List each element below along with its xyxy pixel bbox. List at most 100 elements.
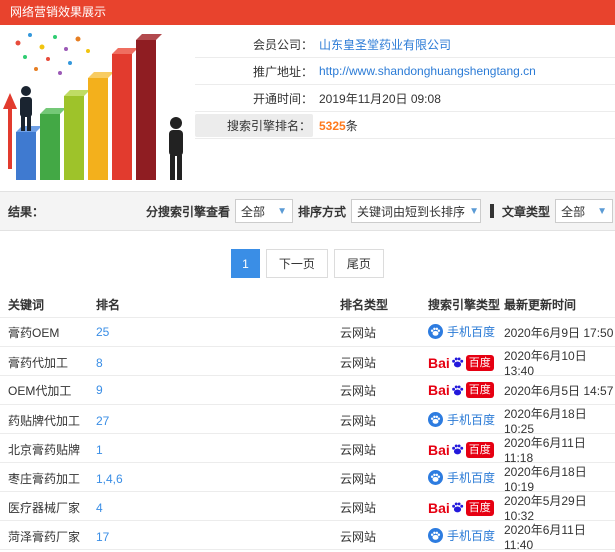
header-rank-type: 排名类型	[340, 298, 389, 312]
rank-link[interactable]: 17	[96, 530, 340, 544]
updated-cell: 2020年6月18日 10:25	[504, 407, 587, 436]
page-title: 网络营销效果展示	[0, 0, 615, 25]
updated-cell: 2020年6月11日 11:18	[504, 436, 586, 465]
rank-link[interactable]: 1	[96, 443, 340, 457]
baidu-du-text: 百度	[465, 499, 494, 516]
table-body: 膏药OEM 25 云网站 Bai 百度 手机百度 2020年6月9日 17:50…	[0, 318, 615, 552]
baidu-paw-icon	[451, 384, 463, 395]
keyword-cell: OEM代加工	[8, 383, 72, 398]
header-keyword: 关键词	[8, 298, 45, 312]
rank-count-number: 5325	[319, 118, 346, 133]
article-type-select[interactable]: 全部 ▼	[555, 199, 614, 223]
engine-cell: Bai 百度 手机百度	[428, 499, 504, 516]
info-row-url: 推广地址： http://www.shandonghuangshengtang.…	[195, 58, 615, 85]
rank-count-value: 5325条	[319, 117, 358, 134]
updated-cell: 2020年6月10日 13:40	[504, 349, 587, 378]
sort-select-value: 关键词由短到长排序	[357, 204, 466, 219]
engine-filter-select[interactable]: 全部 ▼	[235, 199, 294, 223]
chevron-down-icon: ▼	[597, 205, 608, 217]
rank-type-cell: 云网站	[340, 443, 377, 457]
rank-type-cell: 云网站	[340, 414, 377, 428]
baidu-logo: Bai 百度	[428, 354, 494, 371]
updated-cell: 2020年5月29日 10:32	[504, 494, 587, 523]
engine-cell: Bai 百度 手机百度	[428, 354, 504, 371]
company-link[interactable]: 山东皇圣堂药业有限公司	[319, 36, 451, 53]
sort-select[interactable]: 关键词由短到长排序 ▼	[351, 199, 482, 223]
updated-cell: 2020年6月18日 10:19	[504, 465, 587, 494]
baidu-logo: Bai 百度	[428, 441, 494, 458]
engine-cell: Bai 百度 手机百度	[428, 382, 504, 398]
rank-link[interactable]: 27	[96, 414, 340, 428]
mobile-baidu-label: 手机百度	[447, 324, 496, 339]
rank-link[interactable]: 9	[96, 383, 340, 397]
rank-type-cell: 云网站	[340, 356, 377, 370]
rank-type-cell: 云网站	[340, 501, 377, 515]
baidu-bai-text: Bai	[428, 382, 450, 398]
top-section: 会员公司： 山东皇圣堂药业有限公司 推广地址： http://www.shand…	[0, 25, 615, 185]
promo-url-label: 推广地址：	[252, 64, 313, 79]
baidu-logo: Bai 百度	[428, 382, 494, 398]
sort-label: 排序方式	[298, 204, 347, 219]
results-table: 关键词 排名 排名类型 搜索引擎类型 最新更新时间 膏药OEM 25 云网站 B…	[0, 292, 615, 552]
keyword-cell: 北京膏药贴牌	[8, 443, 81, 457]
rank-link[interactable]: 25	[96, 325, 340, 339]
engine-filter-label: 分搜索引擎查看	[146, 204, 231, 219]
mobile-baidu-icon	[428, 470, 443, 485]
engine-cell: Bai 百度 手机百度	[428, 469, 504, 488]
table-row: 膏药OEM 25 云网站 Bai 百度 手机百度 2020年6月9日 17:50	[0, 318, 615, 347]
mobile-baidu-icon	[428, 412, 443, 427]
baidu-bai-text: Bai	[428, 499, 450, 516]
promo-url-link[interactable]: http://www.shandonghuangshengtang.cn	[319, 64, 536, 78]
rank-type-cell: 云网站	[340, 383, 377, 398]
mobile-baidu-icon	[428, 528, 443, 543]
keyword-cell: 菏泽膏药厂家	[8, 530, 81, 544]
result-label: 结果：	[8, 204, 45, 219]
keyword-cell: 枣庄膏药加工	[8, 472, 81, 486]
baidu-paw-icon	[451, 357, 463, 368]
page-1-button[interactable]: 1	[231, 249, 260, 278]
member-info: 会员公司： 山东皇圣堂药业有限公司 推广地址： http://www.shand…	[195, 25, 615, 185]
filter-group: 分搜索引擎查看 全部 ▼ 排序方式 关键词由短到长排序 ▼ 文章类型 全部 ▼ …	[146, 198, 615, 224]
rank-link[interactable]: 4	[96, 501, 340, 515]
pagination: 1 下一页 尾页	[0, 249, 615, 278]
open-time-label: 开通时间：	[252, 91, 313, 106]
mobile-baidu-label: 手机百度	[447, 529, 496, 543]
mobile-baidu-logo: 手机百度	[428, 469, 495, 486]
info-row-company: 会员公司： 山东皇圣堂药业有限公司	[195, 31, 615, 58]
baidu-logo: Bai 百度	[428, 499, 494, 516]
rank-type-cell: 云网站	[340, 472, 377, 486]
chevron-down-icon: ▼	[277, 205, 288, 217]
table-row: 枣庄膏药加工 1,4,6 云网站 Bai 百度 手机百度 2020年6月18日 …	[0, 463, 615, 494]
table-row: 菏泽膏药厂家 17 云网站 Bai 百度 手机百度 2020年6月11日 11:…	[0, 521, 615, 552]
baidu-bai-text: Bai	[428, 354, 450, 371]
updated-cell: 2020年6月11日 11:40	[504, 523, 586, 552]
baidu-du-text: 百度	[465, 354, 494, 371]
rank-count-label: 搜索引擎排名：	[195, 113, 313, 137]
keyword-cell: 膏药代加工	[8, 356, 69, 370]
table-row: OEM代加工 9 云网站 Bai 百度 手机百度 2020年6月5日 14:57	[0, 376, 615, 405]
filter-bar: 结果： 分搜索引擎查看 全部 ▼ 排序方式 关键词由短到长排序 ▼ 文章类型 全…	[0, 191, 615, 231]
table-row: 医疗器械厂家 4 云网站 Bai 百度 手机百度 2020年5月29日 10:3…	[0, 492, 615, 523]
mobile-baidu-logo: 手机百度	[428, 527, 495, 544]
rank-link[interactable]: 8	[96, 356, 340, 370]
header-rank: 排名	[96, 298, 121, 312]
updated-cell: 2020年6月5日 14:57	[504, 383, 614, 398]
article-type-label: 文章类型	[502, 204, 551, 219]
table-row: 药贴牌代加工 27 云网站 Bai 百度 手机百度 2020年6月18日 10:…	[0, 405, 615, 436]
engine-cell: Bai 百度 手机百度	[428, 441, 504, 458]
rank-link[interactable]: 1,4,6	[96, 472, 340, 486]
baidu-bai-text: Bai	[428, 441, 450, 458]
next-page-button[interactable]: 下一页	[265, 249, 328, 278]
keyword-cell: 药贴牌代加工	[8, 414, 81, 428]
bar-chart-illustration-icon	[3, 33, 183, 180]
last-page-button[interactable]: 尾页	[333, 249, 384, 278]
open-time-value: 2019年11月20日 09:08	[319, 91, 441, 106]
info-row-open-time: 开通时间： 2019年11月20日 09:08	[195, 85, 615, 112]
keyword-cell: 医疗器械厂家	[8, 501, 81, 515]
marketing-illustration	[0, 25, 195, 185]
engine-filter-value: 全部	[241, 204, 266, 219]
table-header-row: 关键词 排名 排名类型 搜索引擎类型 最新更新时间	[0, 292, 615, 318]
article-type-value: 全部	[561, 204, 586, 219]
header-engine-type: 搜索引擎类型	[428, 298, 501, 312]
mobile-baidu-icon	[428, 323, 443, 339]
